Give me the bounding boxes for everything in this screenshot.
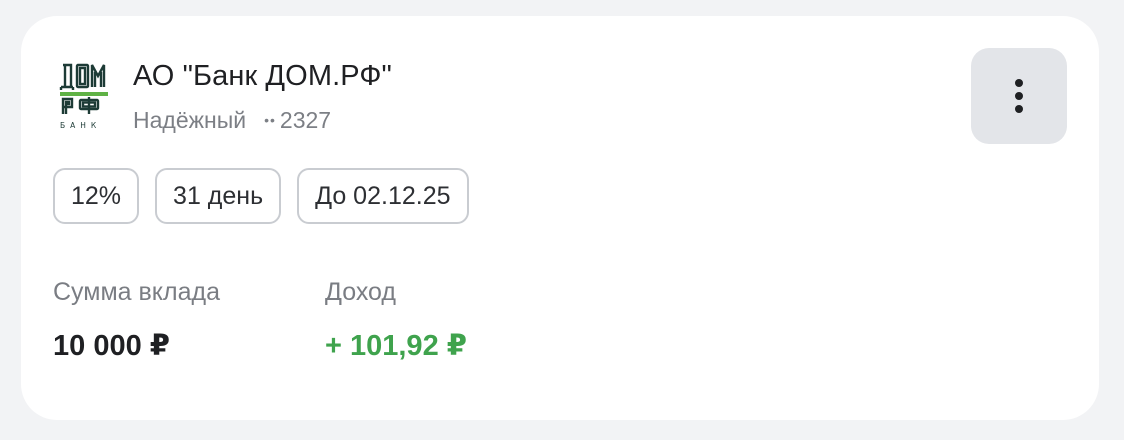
deposit-card[interactable]: БАНК АО "Банк ДОМ.РФ" Надёжный •• 2327 1… <box>21 16 1099 420</box>
deposit-sum-label: Сумма вклада <box>53 278 220 306</box>
deposit-tags: 12% 31 день До 02.12.25 <box>53 168 469 224</box>
svg-text:БАНК: БАНК <box>60 121 101 130</box>
bank-logo: БАНК <box>59 62 111 130</box>
account-suffix: 2327 <box>279 107 332 133</box>
more-options-button[interactable] <box>971 48 1067 144</box>
dom-rf-logo-icon: БАНК <box>59 63 108 130</box>
account-mask-dots: •• <box>264 111 276 128</box>
more-vertical-icon <box>1015 79 1023 113</box>
income-label: Доход <box>325 278 396 306</box>
reliability-status: Надёжный <box>133 107 247 133</box>
income-value: + 101,92 ₽ <box>325 330 467 362</box>
term-chip: 31 день <box>155 168 282 224</box>
deposit-sum-value: 10 000 ₽ <box>53 330 170 362</box>
bank-subline: Надёжный •• 2327 <box>133 107 331 134</box>
bank-name: АО "Банк ДОМ.РФ" <box>133 60 392 92</box>
rate-chip: 12% <box>53 168 140 224</box>
end-date-chip: До 02.12.25 <box>297 168 469 224</box>
